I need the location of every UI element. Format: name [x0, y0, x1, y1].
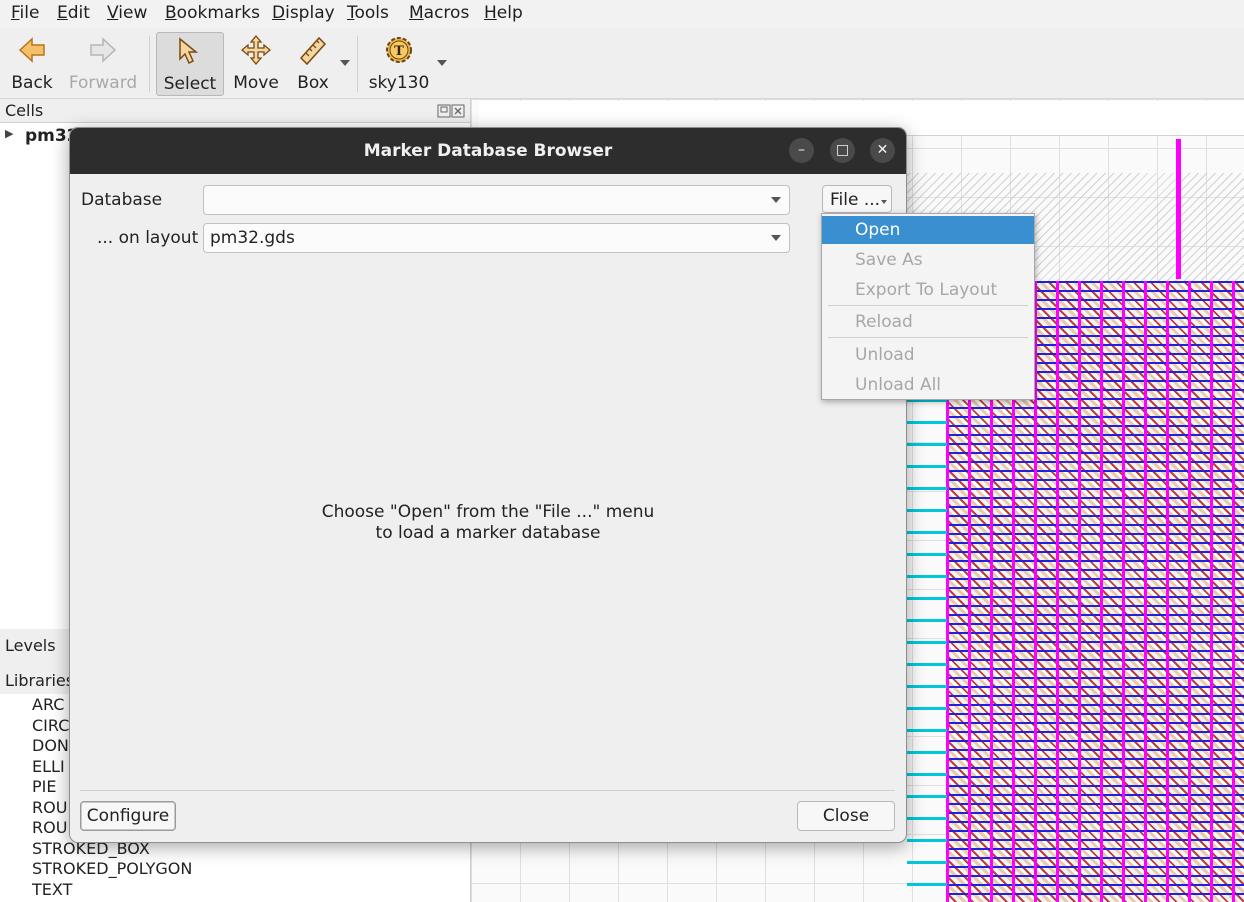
box-dropdown-arrow-icon[interactable] [340, 60, 350, 66]
technology-gear-icon: T [386, 37, 412, 63]
svg-text:T: T [394, 44, 404, 59]
layout-combo[interactable]: pm32.gds [203, 223, 790, 253]
library-item[interactable]: PIE [32, 777, 56, 796]
toolbar-separator [357, 36, 358, 92]
database-combo[interactable] [203, 185, 790, 215]
dialog-titlebar: Marker Database Browser – □ ✕ [70, 128, 906, 174]
forward-arrow-icon [90, 37, 117, 63]
move-tool-button[interactable]: Move [229, 32, 283, 94]
dialog-separator [80, 790, 895, 791]
menu-help[interactable]: Help [484, 3, 523, 23]
layout-pin-markers [907, 399, 947, 899]
menu-item-open[interactable]: Open [822, 216, 1034, 244]
forward-button[interactable]: Forward [66, 32, 140, 94]
back-arrow-icon [18, 37, 45, 63]
cells-panel-title: Cells [5, 101, 44, 120]
menu-item-unload[interactable]: Unload [822, 341, 1034, 369]
toolbar-separator [149, 36, 150, 92]
ruler-icon [299, 36, 327, 66]
combo-arrow-icon [771, 235, 781, 241]
maximize-icon[interactable]: □ [830, 138, 855, 163]
move-arrows-icon [240, 34, 272, 66]
file-menu-arrow-icon [881, 200, 887, 204]
layout-magenta-wire [1176, 139, 1181, 279]
library-item[interactable]: TEXT [32, 880, 72, 899]
file-dropdown-menu: Open Save As Export To Layout Reload Unl… [821, 213, 1035, 400]
box-tool-button[interactable]: Box [290, 32, 336, 94]
technology-dropdown-arrow-icon[interactable] [437, 60, 447, 66]
levels-panel-title: Levels [5, 636, 56, 655]
empty-state-message-line2: to load a marker database [375, 523, 601, 543]
dock-float-icon[interactable] [437, 104, 465, 121]
menu-view[interactable]: View [107, 3, 147, 23]
library-item[interactable]: ARC [32, 695, 64, 714]
empty-state-message-line1: Choose "Open" from the "File ..." menu [321, 502, 655, 522]
menu-separator [828, 305, 1028, 306]
menu-separator [828, 337, 1028, 338]
library-item[interactable]: DON [32, 736, 69, 755]
menu-tools[interactable]: Tools [347, 3, 389, 23]
file-menu-button[interactable]: File ... [822, 185, 892, 213]
libraries-panel-title: Libraries [5, 671, 75, 690]
database-label: Database [81, 190, 163, 210]
menu-file[interactable]: File [11, 3, 39, 23]
close-window-icon[interactable]: ✕ [870, 138, 895, 163]
expand-arrow-icon[interactable]: ▶ [5, 127, 13, 140]
marker-database-browser-dialog: Marker Database Browser – □ ✕ Database F… [69, 127, 907, 843]
select-tool-button[interactable]: Select [156, 32, 224, 96]
layout-label: ... on layout [97, 228, 199, 248]
combo-arrow-icon [771, 197, 781, 203]
menu-macros[interactable]: Macros [409, 3, 469, 23]
technology-button[interactable]: T sky130 [366, 32, 432, 94]
menubar: File Edit View Bookmarks Display Tools M… [0, 0, 1244, 28]
configure-button[interactable]: Configure [80, 801, 176, 831]
library-item[interactable]: CIRC [32, 716, 69, 735]
menu-item-reload[interactable]: Reload [822, 308, 1034, 336]
menu-display[interactable]: Display [272, 3, 335, 23]
toolbar: Back Forward Select Move Box T sky130 [0, 28, 1244, 99]
menu-item-unload-all[interactable]: Unload All [822, 371, 1034, 399]
library-item[interactable]: ELLI [32, 757, 65, 776]
close-button[interactable]: Close [797, 801, 895, 831]
library-item[interactable]: ROU [32, 798, 67, 817]
library-item[interactable]: STROKED_POLYGON [32, 859, 192, 878]
menu-item-export-to-layout[interactable]: Export To Layout [822, 276, 1034, 304]
back-button[interactable]: Back [6, 32, 58, 94]
layout-combo-value: pm32.gds [210, 228, 295, 248]
menu-bookmarks[interactable]: Bookmarks [165, 3, 260, 23]
library-item[interactable]: ROU [32, 818, 67, 837]
menu-edit[interactable]: Edit [57, 3, 90, 23]
select-cursor-icon [179, 37, 199, 65]
menu-item-save-as[interactable]: Save As [822, 246, 1034, 274]
minimize-icon[interactable]: – [789, 138, 814, 163]
dialog-title: Marker Database Browser [363, 141, 613, 161]
